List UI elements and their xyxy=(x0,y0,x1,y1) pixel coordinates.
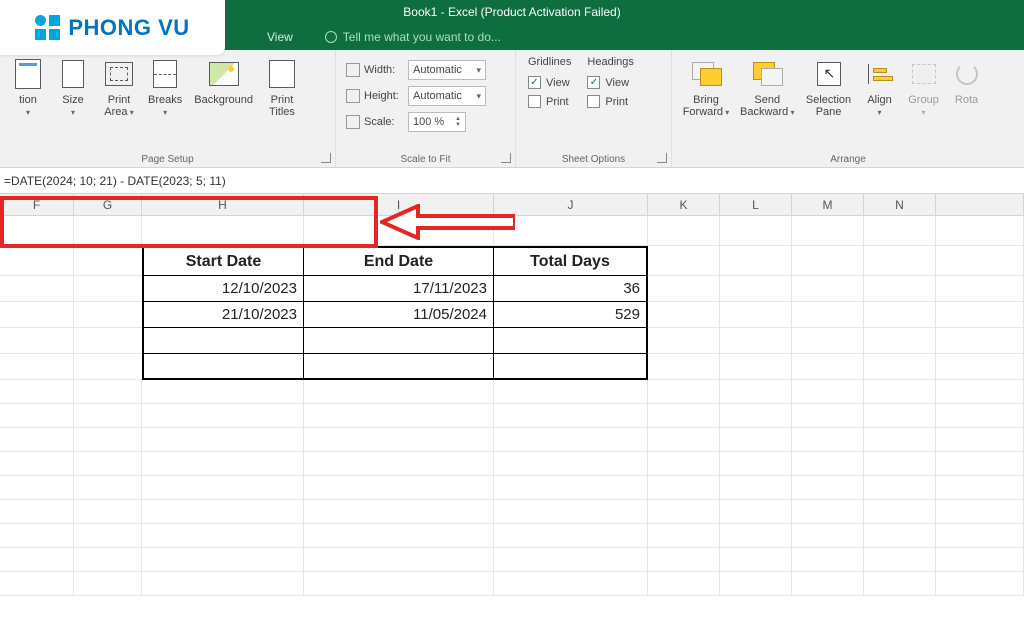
tell-me-placeholder: Tell me what you want to do... xyxy=(343,30,501,44)
col-header[interactable]: F xyxy=(0,194,74,215)
selection-pane-button[interactable]: SelectionPane xyxy=(801,56,857,120)
height-icon xyxy=(346,89,360,103)
size-button[interactable]: Size xyxy=(52,56,94,120)
table-cell[interactable]: 21/10/2023 xyxy=(142,302,304,328)
col-header[interactable]: L xyxy=(720,194,792,215)
gridlines-print-checkbox[interactable]: Print xyxy=(528,95,571,108)
send-backward-button[interactable]: SendBackward xyxy=(736,56,799,120)
tab-view[interactable]: View xyxy=(255,24,305,50)
ribbon: tion Size PrintArea Breaks Background Pr… xyxy=(0,50,1024,168)
col-header[interactable] xyxy=(936,194,1024,215)
height-label: Height: xyxy=(364,90,399,102)
col-header[interactable]: J xyxy=(494,194,648,215)
group-icon xyxy=(912,64,936,84)
table-header[interactable]: Total Days xyxy=(494,246,648,276)
print-area-icon xyxy=(105,62,133,86)
headings-print-checkbox[interactable]: Print xyxy=(587,95,633,108)
brand-logo: PHONG VU xyxy=(0,0,225,55)
width-select[interactable]: Automatic xyxy=(408,60,486,80)
col-header[interactable]: K xyxy=(648,194,720,215)
formula-text: =DATE(2024; 10; 21) - DATE(2023; 5; 11) xyxy=(4,174,226,188)
background-icon xyxy=(209,62,239,86)
formula-bar[interactable]: =DATE(2024; 10; 21) - DATE(2023; 5; 11) xyxy=(0,168,1024,194)
col-header[interactable]: G xyxy=(74,194,142,215)
group-label: Scale to Fit xyxy=(336,154,515,165)
table-header[interactable]: End Date xyxy=(304,246,494,276)
group-sheet-options: Gridlines ✓View Print Headings ✓View Pri… xyxy=(516,50,672,167)
width-icon xyxy=(346,63,360,77)
gridlines-view-checkbox[interactable]: ✓View xyxy=(528,76,571,89)
table-cell[interactable]: 12/10/2023 xyxy=(142,276,304,302)
table-header[interactable]: Start Date xyxy=(142,246,304,276)
align-button[interactable]: Align xyxy=(859,56,901,120)
dialog-launcher-icon[interactable] xyxy=(501,153,511,163)
group-page-setup: tion Size PrintArea Breaks Background Pr… xyxy=(0,50,336,167)
width-label: Width: xyxy=(364,64,395,76)
scale-spinner[interactable]: 100 %▲▼ xyxy=(408,112,466,132)
col-header[interactable]: N xyxy=(864,194,936,215)
print-titles-button[interactable]: PrintTitles xyxy=(261,56,303,120)
orientation-button[interactable]: tion xyxy=(8,56,48,120)
table-cell[interactable]: 529 xyxy=(494,302,648,328)
scale-icon xyxy=(346,115,360,129)
print-titles-icon xyxy=(269,60,295,88)
table-cell[interactable] xyxy=(304,328,494,354)
dialog-launcher-icon[interactable] xyxy=(321,153,331,163)
group-arrange: BringForward SendBackward SelectionPane … xyxy=(672,50,1024,167)
group-label: Page Setup xyxy=(0,154,335,165)
breaks-icon xyxy=(153,60,177,88)
group-label: Arrange xyxy=(672,154,1024,165)
spreadsheet-grid[interactable]: Start Date End Date Total Days 12/10/202… xyxy=(0,216,1024,596)
dialog-launcher-icon[interactable] xyxy=(657,153,667,163)
headings-view-checkbox[interactable]: ✓View xyxy=(587,76,633,89)
headings-label: Headings xyxy=(587,56,633,68)
send-backward-icon xyxy=(753,62,781,86)
annotation-arrow-icon xyxy=(380,204,515,240)
table-cell[interactable] xyxy=(142,354,304,380)
scale-label: Scale: xyxy=(364,116,395,128)
table-cell[interactable]: 36 xyxy=(494,276,648,302)
rotate-button[interactable]: Rota xyxy=(947,56,987,108)
bulb-icon xyxy=(325,31,337,43)
background-button[interactable]: Background xyxy=(190,56,257,108)
window-title: Book1 - Excel (Product Activation Failed… xyxy=(403,5,620,19)
bring-forward-icon xyxy=(692,62,720,86)
table-cell[interactable] xyxy=(494,328,648,354)
logo-icon xyxy=(35,15,60,40)
tell-me-search[interactable]: Tell me what you want to do... xyxy=(325,30,501,44)
height-select[interactable]: Automatic xyxy=(408,86,486,106)
group-button[interactable]: Group xyxy=(903,56,945,120)
table-cell[interactable] xyxy=(304,354,494,380)
gridlines-label: Gridlines xyxy=(528,56,571,68)
rotate-icon xyxy=(956,63,978,85)
page-icon xyxy=(15,59,41,89)
group-scale-to-fit: Width: Automatic Height: Automatic Scale… xyxy=(336,50,516,167)
align-icon xyxy=(868,64,892,84)
col-header[interactable]: M xyxy=(792,194,864,215)
logo-text: PHONG VU xyxy=(68,15,189,41)
print-area-button[interactable]: PrintArea xyxy=(98,56,140,120)
selection-pane-icon xyxy=(817,62,841,86)
table-cell[interactable]: 11/05/2024 xyxy=(304,302,494,328)
table-cell[interactable] xyxy=(142,328,304,354)
table-cell[interactable]: 17/11/2023 xyxy=(304,276,494,302)
bring-forward-button[interactable]: BringForward xyxy=(678,56,734,120)
group-label: Sheet Options xyxy=(516,154,671,165)
col-header[interactable]: H xyxy=(142,194,304,215)
size-icon xyxy=(62,60,84,88)
breaks-button[interactable]: Breaks xyxy=(144,56,186,120)
table-cell[interactable] xyxy=(494,354,648,380)
